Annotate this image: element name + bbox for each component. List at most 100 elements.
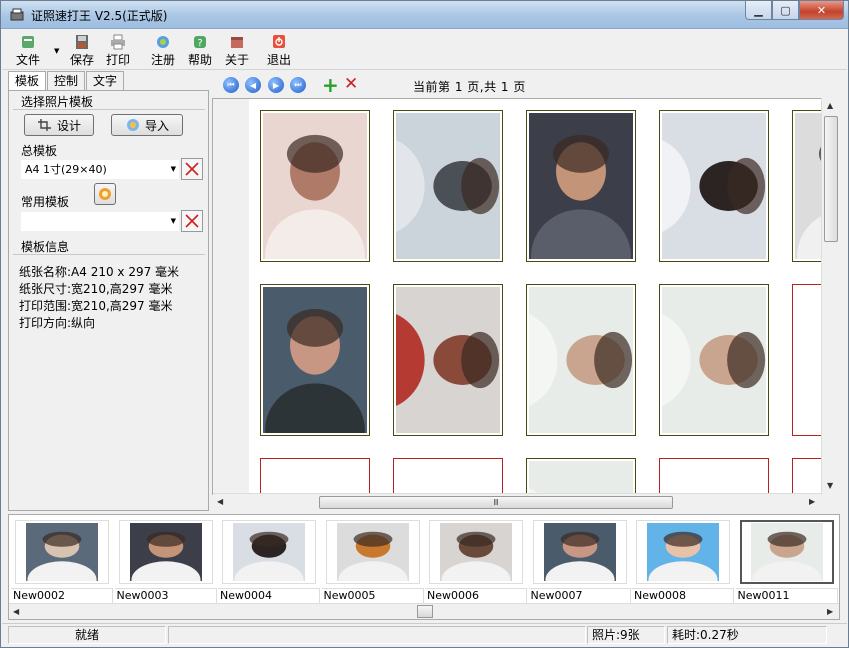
toolbar-print-button[interactable]: 打印 [106,34,130,68]
thumbnail-name: New0007 [528,588,631,604]
last-page-button[interactable]: ⏭ [290,77,306,93]
title-bar[interactable]: 证照速打王 V2.5(正式版) ▁ ▢ ✕ [1,1,848,29]
photo-slot-filled[interactable] [393,110,503,262]
photo-slot-empty[interactable] [260,458,370,494]
thumbnail-item[interactable]: New0007 [528,518,631,604]
page-info: 当前第 1 页,共 1 页 [413,80,526,94]
portrait-photo [129,523,202,581]
delete-page-button[interactable]: ✕ [344,74,358,94]
delete-common-template-button[interactable] [181,210,203,232]
crop-icon [37,119,51,131]
thumbnail-image [15,520,109,584]
close-icon [185,162,199,176]
scroll-up-icon[interactable]: ▲ [827,101,833,110]
thumbnail-item[interactable]: New0004 [218,518,320,604]
thumbnail-image [325,520,420,584]
maximize-button[interactable]: ▢ [772,1,799,20]
scroll-right-icon[interactable]: ▶ [809,497,815,506]
design-button-label: 设计 [56,118,81,133]
import-button[interactable]: 导入 [111,114,183,136]
print-orientation: 打印方向:纵向 [19,316,96,330]
portrait-photo [336,523,409,581]
toolbar-register-button[interactable]: 注册 [151,34,175,68]
scroll-left-icon[interactable]: ◀ [13,607,19,616]
scroll-left-icon[interactable]: ◀ [217,497,223,506]
toolbar-file-label: 文件 [16,53,41,67]
status-state: 就绪 [8,626,166,644]
slot-photo [662,113,766,259]
prev-page-icon: ◀ [249,80,257,90]
slot-photo [662,287,766,433]
scroll-right-icon[interactable]: ▶ [827,607,833,616]
photo-slot-filled[interactable] [659,110,769,262]
thumbnail-image [739,520,834,584]
horizontal-scroll-thumb[interactable]: Ⅲ [319,496,673,509]
tab-template[interactable]: 模板 [8,71,47,91]
thumbnail-image [532,520,627,584]
photo-template-group-label: 选择照片模板 [21,95,94,109]
save-icon [76,35,88,49]
thumbnail-item[interactable]: New0011 [735,518,838,604]
first-page-icon: ⏮ [227,80,235,89]
vertical-scroll-thumb[interactable] [824,116,838,242]
toolbar-file-button[interactable]: 文件 [16,34,40,68]
strip-horizontal-scrollbar[interactable]: ◀ ▶ [9,603,839,619]
thumbnail-item[interactable]: New0002 [11,518,113,604]
print-canvas[interactable] [212,98,839,495]
thumbnail-item[interactable]: New0005 [321,518,424,604]
close-icon [185,214,199,228]
photo-slot-filled[interactable] [393,284,503,436]
photo-slot-filled[interactable] [260,110,370,262]
toolbar-about-button[interactable]: 关于 [225,34,249,68]
thumbnail-item[interactable]: New0003 [114,518,217,604]
next-page-button[interactable]: ▶ [268,77,284,93]
close-button[interactable]: ✕ [799,1,844,20]
canvas-horizontal-scrollbar[interactable]: ◀ Ⅲ ▶ [213,493,821,510]
window-controls: ▁ ▢ ✕ [745,1,844,21]
photo-slot-filled[interactable] [526,458,636,494]
photo-slot-filled[interactable] [526,284,636,436]
thumbnail-item[interactable]: New0006 [425,518,527,604]
left-tabs: 模板 控制 文字 [8,71,125,91]
thumbnail-image [118,520,213,584]
file-dropdown-arrow-icon[interactable]: ▼ [54,47,59,55]
portrait-photo [263,287,367,433]
import-button-label: 导入 [144,118,169,133]
app-window: 证照速打王 V2.5(正式版) ▁ ▢ ✕ 文件 ▼ 保存 打印 注册 ? 帮助 [0,0,849,648]
portrait-photo [233,523,305,581]
photo-thumbnail-strip: New0002 New0003 New0004 New0005 New0006 New00… [8,514,840,620]
add-page-button[interactable]: + [322,73,339,97]
design-button[interactable]: 设计 [24,114,94,136]
canvas-vertical-scrollbar[interactable]: ▲ ▼ [821,98,839,495]
toolbar-save-button[interactable]: 保存 [70,34,94,68]
delete-total-template-button[interactable] [181,158,203,180]
photo-slot-empty[interactable] [393,458,503,494]
minimize-button[interactable]: ▁ [745,1,772,20]
template-tab-panel: 选择照片模板 设计 导入 总模板 A4 1寸(29×40) ▼ 常用模板 ▼ 模… [8,90,209,511]
add-common-template-button[interactable] [94,183,116,205]
register-icon [157,36,169,48]
thumbnail-name: New0004 [218,588,320,604]
paper-size: 纸张尺寸:宽210,高297 毫米 [19,282,173,296]
strip-scroll-thumb[interactable] [417,605,433,618]
photo-slot-filled[interactable] [659,284,769,436]
common-template-select[interactable]: ▼ [21,212,179,231]
thumbnail-item[interactable]: New0008 [632,518,734,604]
slot-photo [529,461,633,494]
import-icon [126,119,139,131]
prev-page-button[interactable]: ◀ [245,77,261,93]
photo-slot-filled[interactable] [526,110,636,262]
scroll-down-icon[interactable]: ▼ [827,481,833,490]
toolbar-print-label: 打印 [106,53,131,67]
photo-slot-filled[interactable] [260,284,370,436]
toolbar-about-label: 关于 [225,53,250,67]
first-page-button[interactable]: ⏮ [223,77,239,93]
total-template-select[interactable]: A4 1寸(29×40) ▼ [21,160,179,179]
photo-slot-empty[interactable] [659,458,769,494]
tab-control[interactable]: 控制 [47,71,86,91]
template-info-group-label: 模板信息 [21,240,70,254]
toolbar-help-button[interactable]: ? 帮助 [188,34,212,68]
toolbar-exit-button[interactable]: 退出 [267,34,291,68]
tab-text[interactable]: 文字 [86,71,125,91]
slot-photo [263,113,367,259]
